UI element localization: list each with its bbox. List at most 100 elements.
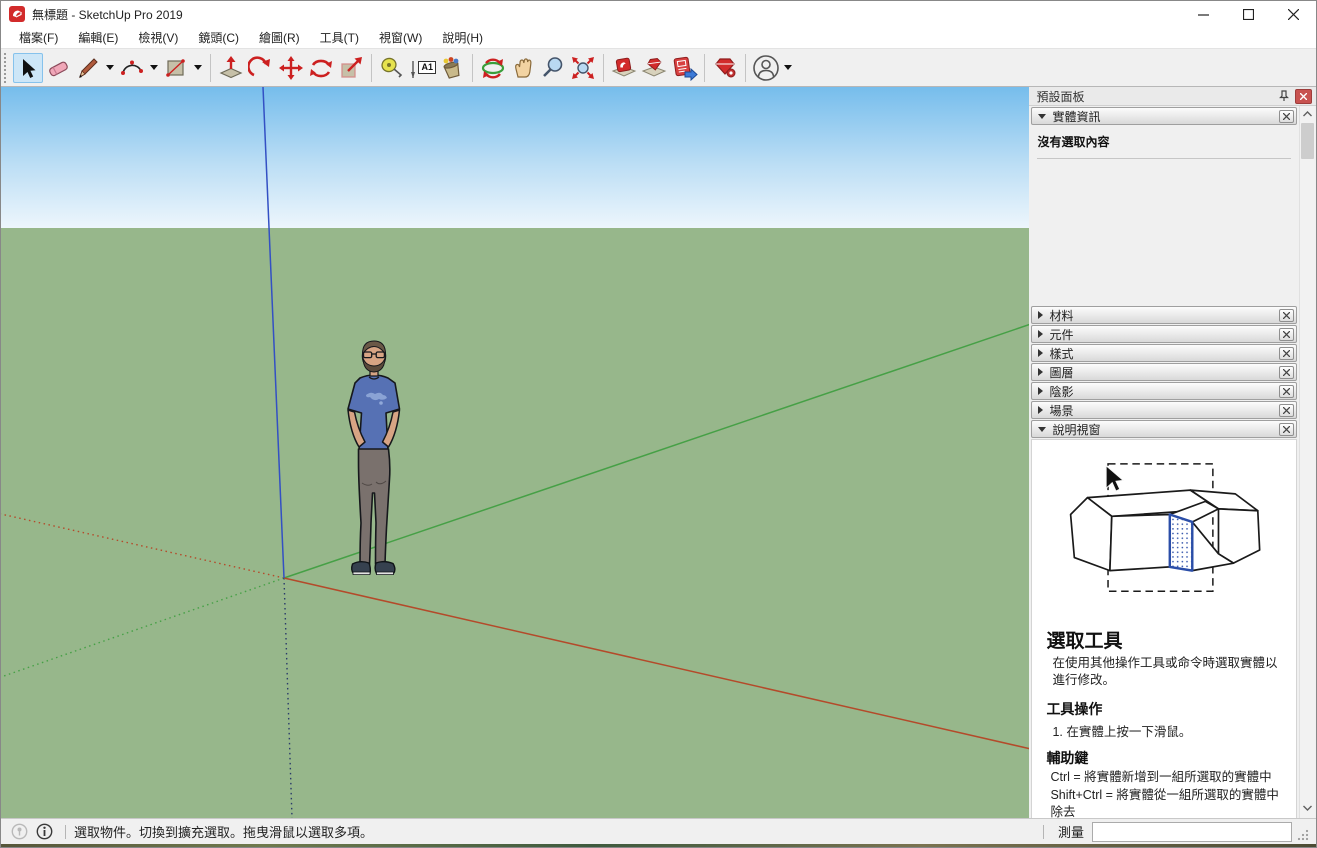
status-message: 選取物件。切換到擴充選取。拖曳滑鼠以選取多項。 bbox=[74, 822, 1035, 841]
3d-warehouse-button[interactable] bbox=[609, 53, 639, 83]
menu-edit[interactable]: 編輯(E) bbox=[68, 26, 128, 49]
orbit-icon bbox=[480, 55, 506, 81]
rotate-icon bbox=[308, 55, 334, 81]
menu-file[interactable]: 檔案(F) bbox=[9, 26, 68, 49]
minimize-button[interactable] bbox=[1181, 1, 1226, 27]
tape-measure-tool-button[interactable] bbox=[377, 53, 407, 83]
section-styles[interactable]: 樣式 bbox=[1031, 344, 1297, 362]
push-pull-icon bbox=[218, 55, 244, 81]
menu-tools[interactable]: 工具(T) bbox=[310, 26, 369, 49]
line-tool-dropdown[interactable] bbox=[103, 53, 117, 83]
extension-manager-button[interactable] bbox=[710, 53, 740, 83]
3d-warehouse-icon bbox=[610, 55, 638, 81]
zoom-tool-button[interactable] bbox=[538, 53, 568, 83]
close-section-button[interactable] bbox=[1279, 385, 1294, 398]
instructor-operation-step: 1. 在實體上按一下滑鼠。 bbox=[1052, 721, 1288, 740]
model-viewport[interactable] bbox=[1, 87, 1029, 818]
menu-view[interactable]: 檢視(V) bbox=[128, 26, 188, 49]
pan-tool-button[interactable] bbox=[508, 53, 538, 83]
section-components[interactable]: 元件 bbox=[1031, 325, 1297, 343]
status-separator bbox=[1043, 825, 1044, 839]
close-icon bbox=[1300, 93, 1307, 100]
send-to-layout-button[interactable] bbox=[669, 53, 699, 83]
geolocation-icon[interactable] bbox=[11, 823, 28, 840]
instructor-content: 選取工具 在使用其他操作工具或命令時選取實體以進行修改。 工具操作 1. 在實體… bbox=[1031, 439, 1297, 818]
instructor-heading: 選取工具 bbox=[1046, 626, 1288, 653]
chevron-down-icon bbox=[784, 65, 792, 70]
measurements-label: 測量 bbox=[1058, 822, 1084, 841]
close-section-button[interactable] bbox=[1279, 423, 1294, 436]
panel-scrollbar[interactable] bbox=[1299, 106, 1315, 818]
rotate-tool-button[interactable] bbox=[306, 53, 336, 83]
chevron-down-icon bbox=[194, 65, 202, 70]
main-toolbar: A1 bbox=[1, 49, 1316, 87]
tray-close-button[interactable] bbox=[1295, 89, 1312, 104]
arc-tool-button[interactable] bbox=[117, 53, 147, 83]
rectangle-tool-button[interactable] bbox=[161, 53, 191, 83]
arc-tool-dropdown[interactable] bbox=[147, 53, 161, 83]
paint-bucket-tool-button[interactable] bbox=[437, 53, 467, 83]
extension-manager-icon bbox=[711, 55, 739, 81]
tray-title: 預設面板 bbox=[1036, 88, 1276, 105]
menu-draw[interactable]: 繪圖(R) bbox=[249, 26, 310, 49]
offset-tool-button[interactable] bbox=[246, 53, 276, 83]
entity-info-content: 沒有選取內容 bbox=[1031, 126, 1297, 306]
section-layers[interactable]: 圖層 bbox=[1031, 363, 1297, 381]
rectangle-tool-dropdown[interactable] bbox=[191, 53, 205, 83]
close-button[interactable] bbox=[1271, 1, 1316, 27]
menu-camera[interactable]: 鏡頭(C) bbox=[188, 26, 249, 49]
text-tool-button[interactable]: A1 bbox=[407, 53, 437, 83]
text-tool-label: A1 bbox=[418, 61, 436, 74]
account-dropdown[interactable] bbox=[781, 53, 795, 83]
scroll-down-button[interactable] bbox=[1300, 800, 1315, 816]
line-tool-button[interactable] bbox=[73, 53, 103, 83]
scroll-up-button[interactable] bbox=[1300, 106, 1315, 122]
resize-grip[interactable] bbox=[1296, 828, 1310, 842]
close-section-button[interactable] bbox=[1279, 347, 1294, 360]
push-pull-tool-button[interactable] bbox=[216, 53, 246, 83]
scrollbar-thumb[interactable] bbox=[1301, 123, 1314, 159]
select-tool-illustration bbox=[1050, 452, 1284, 620]
expand-arrow-icon bbox=[1038, 311, 1043, 319]
extension-warehouse-icon bbox=[640, 55, 668, 81]
close-icon bbox=[1283, 388, 1290, 395]
measurements-input[interactable] bbox=[1092, 822, 1292, 842]
close-icon bbox=[1283, 407, 1290, 414]
menu-help[interactable]: 說明(H) bbox=[432, 26, 493, 49]
eraser-tool-button[interactable] bbox=[43, 53, 73, 83]
section-label: 陰影 bbox=[1049, 383, 1279, 400]
close-icon bbox=[1283, 331, 1290, 338]
section-shadows[interactable]: 陰影 bbox=[1031, 382, 1297, 400]
zoom-extents-tool-button[interactable] bbox=[568, 53, 598, 83]
pencil-icon bbox=[76, 56, 100, 80]
close-section-button[interactable] bbox=[1279, 309, 1294, 322]
chevron-down-icon bbox=[150, 65, 158, 70]
extension-warehouse-button[interactable] bbox=[639, 53, 669, 83]
pan-hand-icon bbox=[510, 55, 536, 81]
close-section-button[interactable] bbox=[1279, 366, 1294, 379]
close-icon bbox=[1283, 312, 1290, 319]
credits-icon[interactable] bbox=[36, 823, 53, 840]
pin-icon[interactable] bbox=[1276, 89, 1292, 104]
orbit-tool-button[interactable] bbox=[478, 53, 508, 83]
section-instructor[interactable]: 說明視窗 bbox=[1031, 420, 1297, 438]
section-label: 實體資訊 bbox=[1052, 108, 1279, 125]
section-scenes[interactable]: 場景 bbox=[1031, 401, 1297, 419]
close-icon bbox=[1283, 369, 1290, 376]
collapse-arrow-icon bbox=[1038, 427, 1046, 432]
section-entity-info[interactable]: 實體資訊 bbox=[1031, 107, 1297, 125]
toolbar-grip[interactable] bbox=[4, 53, 9, 83]
close-section-button[interactable] bbox=[1279, 328, 1294, 341]
close-section-button[interactable] bbox=[1279, 110, 1294, 123]
account-button[interactable] bbox=[751, 53, 781, 83]
select-cursor-icon bbox=[17, 57, 39, 79]
select-tool-button[interactable] bbox=[13, 53, 43, 83]
expand-arrow-icon bbox=[1038, 330, 1043, 338]
scale-tool-button[interactable] bbox=[336, 53, 366, 83]
section-materials[interactable]: 材料 bbox=[1031, 306, 1297, 324]
menu-window[interactable]: 視窗(W) bbox=[369, 26, 432, 49]
paint-bucket-icon bbox=[439, 55, 465, 81]
maximize-button[interactable] bbox=[1226, 1, 1271, 27]
close-section-button[interactable] bbox=[1279, 404, 1294, 417]
move-tool-button[interactable] bbox=[276, 53, 306, 83]
